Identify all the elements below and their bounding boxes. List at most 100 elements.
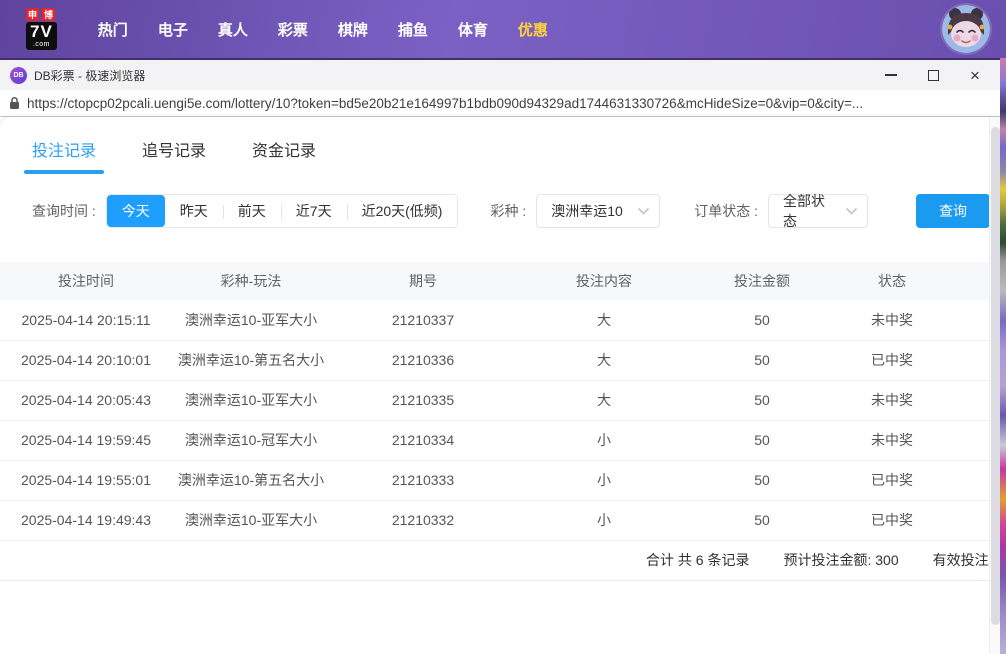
search-button[interactable]: 查询 bbox=[916, 194, 990, 228]
logo-badges: 申 博 bbox=[26, 8, 55, 21]
lottery-select-value: 澳洲幸运10 bbox=[551, 201, 623, 221]
time-range-segmented: 今天昨天前天近7天近20天(低频) bbox=[106, 194, 459, 228]
cell-time: 2025-04-14 20:10:01 bbox=[0, 340, 172, 380]
avatar-illustration bbox=[942, 5, 990, 53]
column-header: 投注金额 bbox=[692, 262, 832, 300]
cell-status: 已中奖 bbox=[832, 460, 952, 500]
cell-issue: 21210336 bbox=[330, 340, 516, 380]
cell-status: 未中奖 bbox=[832, 380, 952, 420]
close-icon: × bbox=[970, 67, 980, 84]
cell-content: 大 bbox=[516, 340, 692, 380]
cell-issue: 21210337 bbox=[330, 300, 516, 340]
chevron-down-icon bbox=[846, 208, 857, 215]
column-header: 投注内容 bbox=[516, 262, 692, 300]
cell-content: 大 bbox=[516, 380, 692, 420]
summary-total: 合计 共 6 条记录 bbox=[646, 550, 749, 570]
cell-amount: 50 bbox=[692, 340, 832, 380]
time-option[interactable]: 前天 bbox=[223, 195, 281, 227]
logo-suffix: .com bbox=[30, 41, 53, 48]
minimize-icon bbox=[885, 74, 897, 76]
maximize-button[interactable] bbox=[912, 61, 954, 89]
minimize-button[interactable] bbox=[870, 61, 912, 89]
time-option[interactable]: 近7天 bbox=[281, 195, 347, 227]
cell-content: 大 bbox=[516, 300, 692, 340]
cell-content: 小 bbox=[516, 460, 692, 500]
lottery-filter-label: 彩种 : bbox=[490, 201, 526, 221]
cell-game: 澳洲幸运10-亚军大小 bbox=[172, 300, 330, 340]
close-button[interactable]: × bbox=[954, 61, 996, 89]
cell-game: 澳洲幸运10-第五名大小 bbox=[172, 340, 330, 380]
cell-amount: 50 bbox=[692, 460, 832, 500]
url-bar[interactable]: https://ctopcp02pcali.uengi5e.com/lotter… bbox=[0, 90, 1006, 117]
tab[interactable]: 追号记录 bbox=[142, 137, 206, 174]
cell-issue: 21210333 bbox=[330, 460, 516, 500]
browser-titlebar: DB DB彩票 - 极速浏览器 × bbox=[0, 58, 1006, 90]
bet-records-table: 投注时间彩种-玩法期号投注内容投注金额状态 2025-04-14 20:15:1… bbox=[0, 262, 1006, 541]
nav-item[interactable]: 电子 bbox=[158, 19, 188, 40]
table-row: 2025-04-14 20:10:01澳洲幸运10-第五名大小21210336大… bbox=[0, 340, 1006, 380]
cell-amount: 50 bbox=[692, 420, 832, 460]
content-panel: 投注记录 追号记录 资金记录 查询时间 : 今天昨天前天近7天近20天(低频) 彩种… bbox=[0, 117, 1006, 654]
table-row: 2025-04-14 19:59:45澳洲幸运10-冠军大小21210334小5… bbox=[0, 420, 1006, 460]
logo-badge-1: 申 bbox=[26, 8, 39, 21]
order-status-select[interactable]: 全部状态 bbox=[768, 194, 868, 228]
cell-time: 2025-04-14 19:55:01 bbox=[0, 460, 172, 500]
time-option[interactable]: 今天 bbox=[107, 195, 165, 227]
cell-game: 澳洲幸运10-亚军大小 bbox=[172, 500, 330, 540]
site-nav: 申 博 7V .com 热门 电子 真人 彩票 棋牌 捕鱼 体育 优惠 bbox=[0, 0, 1006, 58]
table-row: 2025-04-14 19:49:43澳洲幸运10-亚军大小21210332小5… bbox=[0, 500, 1006, 540]
cell-game: 澳洲幸运10-冠军大小 bbox=[172, 420, 330, 460]
logo-main: 7V bbox=[30, 23, 53, 40]
nav-item[interactable]: 彩票 bbox=[278, 19, 308, 40]
logo-badge-2: 博 bbox=[42, 8, 55, 21]
order-status-value: 全部状态 bbox=[783, 191, 838, 231]
cell-issue: 21210332 bbox=[330, 500, 516, 540]
table-row: 2025-04-14 20:05:43澳洲幸运10-亚军大小21210335大5… bbox=[0, 380, 1006, 420]
table-body: 2025-04-14 20:15:11澳洲幸运10-亚军大小21210337大5… bbox=[0, 300, 1006, 540]
clipped-page-edge bbox=[1000, 58, 1006, 654]
window-title: DB彩票 - 极速浏览器 bbox=[34, 67, 145, 84]
scrollbar-thumb[interactable] bbox=[991, 127, 1000, 625]
maximize-icon bbox=[928, 70, 939, 81]
cell-game: 澳洲幸运10-亚军大小 bbox=[172, 380, 330, 420]
nav-item[interactable]: 棋牌 bbox=[338, 19, 368, 40]
tab[interactable]: 资金记录 bbox=[252, 137, 316, 174]
summary-bar: 合计 共 6 条记录 预计投注金额: 300 有效投注金额: 300 bbox=[0, 541, 1006, 581]
nav-item[interactable]: 体育 bbox=[458, 19, 488, 40]
table-header-row: 投注时间彩种-玩法期号投注内容投注金额状态 bbox=[0, 262, 1006, 300]
lottery-select[interactable]: 澳洲幸运10 bbox=[536, 194, 660, 228]
nav-menu: 热门 电子 真人 彩票 棋牌 捕鱼 体育 优惠 bbox=[83, 19, 563, 40]
cell-game: 澳洲幸运10-第五名大小 bbox=[172, 460, 330, 500]
user-avatar[interactable] bbox=[942, 5, 990, 53]
cell-amount: 50 bbox=[692, 500, 832, 540]
cell-issue: 21210335 bbox=[330, 380, 516, 420]
column-header: 期号 bbox=[330, 262, 516, 300]
logo-block: 7V .com bbox=[26, 22, 57, 50]
site-logo[interactable]: 申 博 7V .com bbox=[26, 8, 57, 50]
nav-item[interactable]: 捕鱼 bbox=[398, 19, 428, 40]
cell-amount: 50 bbox=[692, 300, 832, 340]
cell-status: 未中奖 bbox=[832, 420, 952, 460]
time-option[interactable]: 近20天(低频) bbox=[347, 195, 458, 227]
filter-bar: 查询时间 : 今天昨天前天近7天近20天(低频) 彩种 : 澳洲幸运10 订单状… bbox=[32, 194, 1006, 228]
column-header: 状态 bbox=[832, 262, 952, 300]
nav-item[interactable]: 热门 bbox=[98, 19, 128, 40]
table-row: 2025-04-14 20:15:11澳洲幸运10-亚军大小21210337大5… bbox=[0, 300, 1006, 340]
cell-time: 2025-04-14 19:59:45 bbox=[0, 420, 172, 460]
summary-expected-amount: 预计投注金额: 300 bbox=[783, 550, 898, 570]
record-tabs: 投注记录 追号记录 资金记录 bbox=[0, 117, 1006, 174]
status-filter-label: 订单状态 : bbox=[694, 201, 758, 221]
cell-content: 小 bbox=[516, 500, 692, 540]
time-filter-label: 查询时间 : bbox=[32, 201, 96, 221]
browser-app-icon: DB bbox=[10, 67, 27, 84]
cell-time: 2025-04-14 19:49:43 bbox=[0, 500, 172, 540]
tab[interactable]: 投注记录 bbox=[32, 137, 96, 174]
time-option[interactable]: 昨天 bbox=[165, 195, 223, 227]
nav-item[interactable]: 真人 bbox=[218, 19, 248, 40]
nav-item[interactable]: 优惠 bbox=[518, 19, 548, 40]
url-text[interactable]: https://ctopcp02pcali.uengi5e.com/lotter… bbox=[27, 96, 863, 111]
window-controls: × bbox=[870, 61, 996, 89]
cell-content: 小 bbox=[516, 420, 692, 460]
vertical-scrollbar[interactable] bbox=[989, 117, 1000, 654]
chevron-down-icon bbox=[638, 208, 649, 215]
